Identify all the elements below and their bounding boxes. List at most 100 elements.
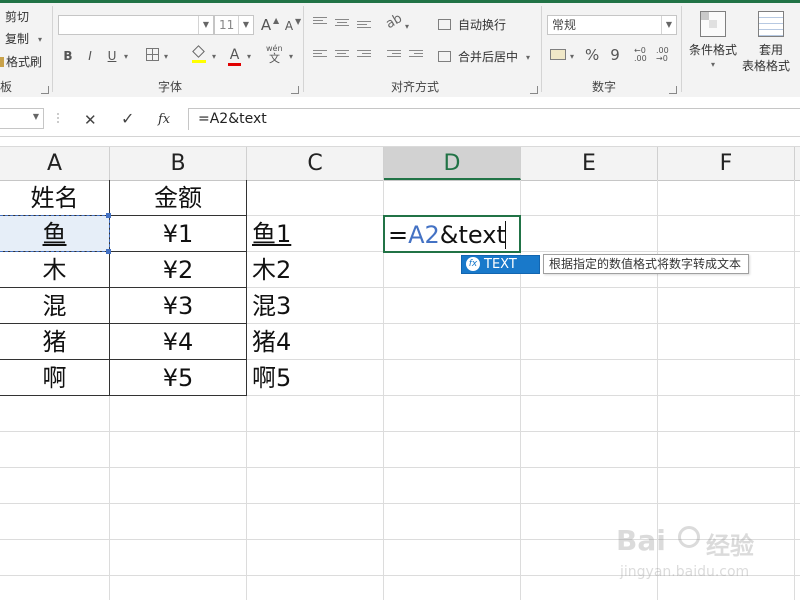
fill-color-icon[interactable] — [192, 45, 206, 63]
decrease-decimal-icon[interactable]: .00 →0 — [656, 47, 669, 63]
cell-a2[interactable]: 鱼 — [0, 217, 109, 252]
cut-label: 剪切 — [5, 10, 30, 24]
font-size-value: 11 — [219, 18, 235, 32]
column-header-e[interactable]: E — [521, 147, 658, 180]
align-left-icon[interactable] — [313, 50, 327, 62]
underline-button[interactable]: U — [105, 47, 119, 65]
formula-input[interactable]: =A2&text — [188, 108, 800, 130]
cell-c6[interactable]: 啊5 — [252, 361, 291, 396]
cell-d2-editor[interactable]: =A2&text — [388, 218, 506, 253]
cell-a5[interactable]: 猪 — [0, 325, 109, 360]
font-name-combo[interactable]: ▼ — [58, 15, 214, 35]
cell-c3[interactable]: 木2 — [252, 253, 291, 288]
copy-button[interactable]: 复制 ▾ — [0, 31, 50, 47]
format-painter-icon — [0, 57, 4, 67]
font-group-label: 字体 — [157, 80, 182, 94]
merge-center-button[interactable]: 合并后居中 ▾ — [438, 48, 534, 66]
chevron-down-icon: ▼ — [661, 16, 676, 34]
column-header-b[interactable]: B — [110, 147, 247, 180]
format-painter-button[interactable]: 格式刷 — [0, 54, 46, 70]
cell-c2[interactable]: 鱼1 — [252, 217, 291, 252]
cell-a3[interactable]: 木 — [0, 253, 109, 288]
cell-c4[interactable]: 混3 — [252, 289, 291, 324]
cell-a6[interactable]: 啊 — [0, 361, 109, 396]
function-icon: fx — [466, 257, 480, 271]
align-middle-icon[interactable] — [335, 19, 349, 31]
font-size-combo[interactable]: 11 ▼ — [214, 15, 254, 35]
accounting-dropdown-icon: ▾ — [570, 52, 575, 61]
autocomplete-item-text[interactable]: fx TEXT — [461, 255, 540, 274]
align-bottom-icon[interactable] — [357, 21, 371, 33]
cell-b3[interactable]: ¥2 — [110, 253, 246, 288]
cell-b5[interactable]: ¥4 — [110, 325, 246, 360]
enter-icon[interactable]: ✓ — [121, 111, 134, 127]
column-header-f[interactable]: F — [658, 147, 795, 180]
function-tooltip: 根据指定的数值格式将数字转成文本 — [543, 254, 749, 274]
formula-rest: &text — [439, 221, 506, 249]
column-header-d[interactable]: D — [384, 147, 521, 180]
format-as-table-label-2: 表格格式 — [742, 59, 791, 73]
text-cursor — [505, 221, 506, 249]
cell-a4[interactable]: 混 — [0, 289, 109, 324]
name-box[interactable]: ▼ — [0, 108, 44, 129]
formula-reference: A2 — [408, 221, 440, 249]
cell-b4[interactable]: ¥3 — [110, 289, 246, 324]
decrease-indent-icon[interactable] — [387, 50, 401, 62]
border-icon[interactable] — [146, 48, 159, 61]
cut-button[interactable]: 剪切 — [0, 9, 40, 25]
shrink-font-button[interactable]: A — [283, 17, 295, 35]
chevron-down-icon: ▼ — [238, 16, 253, 34]
merge-center-label: 合并后居中 — [458, 50, 519, 64]
watermark: Bai 经验 jingyan.baidu.com — [612, 520, 772, 586]
cancel-icon[interactable]: ✕ — [84, 112, 97, 128]
format-as-table-button[interactable]: 套用 表格格式 — [742, 8, 800, 74]
align-center-icon[interactable] — [335, 50, 349, 62]
column-header-row: A B C D E F — [0, 146, 800, 181]
align-right-icon[interactable] — [357, 50, 371, 62]
alignment-launcher-icon[interactable] — [530, 86, 538, 94]
orientation-icon[interactable]: ab — [383, 11, 405, 32]
clipboard-launcher-icon[interactable] — [41, 86, 49, 94]
autocomplete-function-name: TEXT — [484, 257, 517, 272]
clipboard-group-label: 板 — [0, 80, 13, 94]
italic-button[interactable]: I — [83, 47, 97, 65]
grow-font-button[interactable]: A — [259, 16, 273, 34]
cell-a1[interactable]: 姓名 — [0, 181, 109, 216]
conditional-formatting-label: 条件格式 — [689, 43, 738, 57]
paint-bucket-icon — [192, 45, 205, 58]
align-top-icon[interactable] — [313, 17, 327, 29]
font-color-button[interactable]: A — [228, 46, 241, 64]
accounting-icon[interactable] — [550, 49, 566, 60]
insert-function-icon[interactable]: fx — [158, 112, 170, 128]
fill-color-swatch — [192, 60, 206, 63]
column-header-a[interactable]: A — [0, 147, 110, 180]
wrap-text-icon — [438, 19, 451, 30]
number-format-combo[interactable]: 常规 ▼ — [547, 15, 677, 35]
increase-decimal-icon[interactable]: ←0.00 — [634, 47, 647, 63]
font-launcher-icon[interactable] — [291, 86, 299, 94]
cell-b1[interactable]: 金额 — [110, 181, 246, 216]
border-dropdown-icon: ▾ — [164, 52, 169, 61]
bold-button[interactable]: B — [61, 47, 75, 65]
grow-font-icon: ▲ — [273, 16, 280, 25]
separator — [541, 6, 542, 92]
gridline — [0, 431, 800, 432]
conditional-formatting-button[interactable]: 条件格式 ▾ — [684, 8, 742, 74]
cell-b2[interactable]: ¥1 — [110, 217, 246, 252]
paw-icon — [678, 526, 700, 548]
percent-button[interactable]: % — [585, 46, 599, 64]
formula-bar: ▼ ✕ ✓ fx =A2&text — [0, 97, 800, 137]
cell-c5[interactable]: 猪4 — [252, 325, 291, 360]
copy-label: 复制 — [5, 32, 30, 46]
gridline — [0, 467, 800, 468]
column-header-c[interactable]: C — [247, 147, 384, 180]
ribbon-accent-line — [0, 0, 800, 3]
shrink-font-icon: ▼ — [295, 17, 302, 26]
increase-indent-icon[interactable] — [409, 50, 423, 62]
comma-button[interactable]: 9 — [610, 46, 620, 64]
wrap-text-button[interactable]: 自动换行 — [438, 16, 518, 34]
separator — [681, 6, 682, 92]
cell-b6[interactable]: ¥5 — [110, 361, 246, 396]
font-color-swatch — [228, 63, 241, 66]
number-launcher-icon[interactable] — [669, 86, 677, 94]
